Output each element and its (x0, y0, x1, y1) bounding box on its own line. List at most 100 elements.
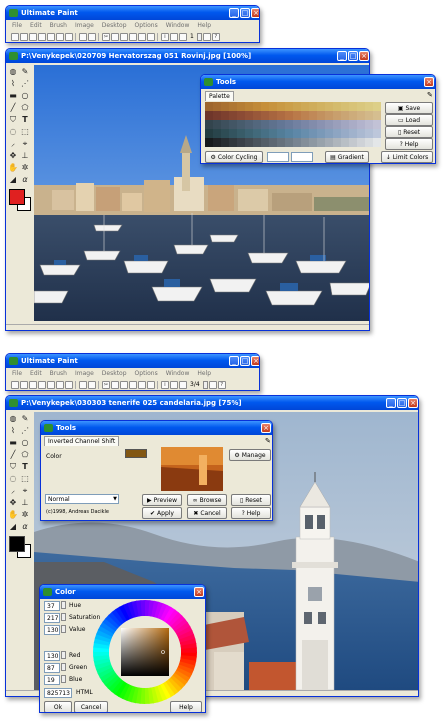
paste2-icon[interactable] (120, 380, 128, 389)
palette-cell[interactable] (261, 129, 269, 138)
palette-cell[interactable] (341, 102, 349, 111)
copy2-icon[interactable] (111, 32, 119, 41)
doc2-minimize-button[interactable]: _ (386, 398, 396, 408)
load-palette-button[interactable]: ▭ Load (385, 114, 433, 126)
airbrush-icon[interactable]: ⋰ (20, 426, 30, 436)
minimize-button-2[interactable]: _ (229, 356, 239, 366)
menu-file[interactable]: File (12, 22, 22, 29)
palette-cell[interactable] (253, 129, 261, 138)
palette-cell[interactable] (373, 111, 381, 120)
cycle-from-field[interactable] (267, 152, 289, 162)
palette-cell[interactable] (277, 138, 285, 147)
palette-cell[interactable] (229, 111, 237, 120)
palette-cell[interactable] (317, 138, 325, 147)
palette-cell[interactable] (301, 102, 309, 111)
clear-icon[interactable] (129, 380, 137, 389)
palette-cell[interactable] (229, 129, 237, 138)
cut-icon[interactable]: ✂ (102, 380, 110, 389)
color-dialog-close-button[interactable]: × (194, 587, 204, 597)
saturation-field[interactable]: 217 (44, 613, 60, 623)
green-field[interactable]: 87 (44, 663, 60, 673)
palette-cell[interactable] (349, 138, 357, 147)
settings-icon[interactable] (208, 380, 217, 389)
palette-cell[interactable] (285, 120, 293, 129)
print-icon[interactable] (38, 32, 46, 41)
menu-image-2[interactable]: Image (75, 370, 94, 377)
palette-cell[interactable] (357, 102, 365, 111)
line-icon[interactable]: ╱ (8, 103, 18, 113)
line-icon[interactable]: ╱ (8, 450, 18, 460)
primary-color-swatch[interactable] (9, 189, 25, 205)
info-icon[interactable]: i (161, 380, 169, 389)
palette-grid[interactable] (205, 102, 381, 147)
help-icon[interactable]: ? (217, 380, 226, 389)
select-icon[interactable]: ⬚ (20, 474, 30, 484)
palette-cell[interactable] (205, 138, 213, 147)
clone-icon[interactable]: ⌖ (20, 139, 30, 149)
hue-field[interactable]: 37 (44, 601, 60, 611)
fill-icon[interactable]: ⛉ (8, 462, 18, 472)
palette-cell[interactable] (317, 102, 325, 111)
palette-cell[interactable] (293, 129, 301, 138)
copy-icon[interactable] (56, 32, 64, 41)
text-icon[interactable]: T (20, 462, 30, 472)
pencil-icon[interactable]: ✎ (20, 414, 30, 424)
manage-button[interactable]: ⚙ Manage (229, 449, 271, 461)
hand-icon[interactable]: ✋ (8, 163, 18, 173)
open-file-icon[interactable] (20, 380, 28, 389)
prev-page-icon[interactable] (179, 380, 187, 389)
palette-cell[interactable] (221, 138, 229, 147)
palette-cell[interactable] (245, 102, 253, 111)
close-button-2[interactable]: × (251, 356, 259, 366)
ellipse-icon[interactable]: ○ (20, 91, 30, 101)
menu-options[interactable]: Options (135, 22, 158, 29)
palette-cell[interactable] (357, 129, 365, 138)
palette-cell[interactable] (261, 111, 269, 120)
palette-cell[interactable] (253, 138, 261, 147)
copy2-icon[interactable] (111, 380, 119, 389)
clear-icon[interactable] (129, 32, 137, 41)
brush-icon[interactable]: ⌇ (8, 79, 18, 89)
paste-icon[interactable] (65, 32, 73, 41)
html-field[interactable]: 825713 (44, 688, 72, 698)
tab-inverted-channel-shift[interactable]: Inverted Channel Shift (44, 436, 120, 446)
palette-cell[interactable] (349, 120, 357, 129)
doc-minimize-button[interactable]: _ (337, 51, 347, 61)
eraser-icon[interactable]: ◢ (8, 175, 18, 185)
zoom-icon[interactable]: ✲ (20, 163, 30, 173)
palette-cell[interactable] (261, 102, 269, 111)
palette-cell[interactable] (269, 111, 277, 120)
close-button[interactable]: × (251, 8, 259, 18)
maximize-button[interactable]: □ (240, 8, 250, 18)
value-field[interactable]: 130 (44, 625, 60, 635)
polygon-icon[interactable]: ⬠ (20, 450, 30, 460)
clone-icon[interactable]: ⌖ (20, 486, 30, 496)
palette-cell[interactable] (293, 138, 301, 147)
lasso-icon[interactable]: ◌ (8, 127, 18, 137)
palette-cell[interactable] (325, 111, 333, 120)
save-file-icon[interactable] (29, 380, 37, 389)
move-icon[interactable]: ✥ (8, 151, 18, 161)
text-icon[interactable]: T (20, 115, 30, 125)
palette-cell[interactable] (213, 111, 221, 120)
reset-palette-button[interactable]: ▯ Reset (385, 126, 433, 138)
value-spinner[interactable] (61, 625, 66, 633)
palette-cell[interactable] (309, 102, 317, 111)
palette-cell[interactable] (349, 111, 357, 120)
blend-mode-select[interactable]: Normal ▼ (45, 494, 119, 504)
pencil-icon[interactable]: ✎ (20, 67, 30, 77)
green-spinner[interactable] (61, 663, 66, 671)
menu-desktop-2[interactable]: Desktop (102, 370, 127, 377)
airbrush-icon[interactable]: ⋰ (20, 79, 30, 89)
blue-spinner[interactable] (61, 675, 66, 683)
color-help-button[interactable]: Help (170, 701, 202, 712)
color-cycling-button[interactable]: ⚙ Color Cycling (205, 151, 263, 163)
stamp-icon[interactable]: ⊥ (20, 151, 30, 161)
cut-icon[interactable]: ✂ (102, 32, 110, 41)
palette-cell[interactable] (293, 111, 301, 120)
fill-icon[interactable]: ⛉ (8, 115, 18, 125)
menu-edit[interactable]: Edit (30, 22, 42, 29)
palette-cell[interactable] (325, 120, 333, 129)
page-icon[interactable] (170, 380, 178, 389)
palette-cell[interactable] (205, 111, 213, 120)
